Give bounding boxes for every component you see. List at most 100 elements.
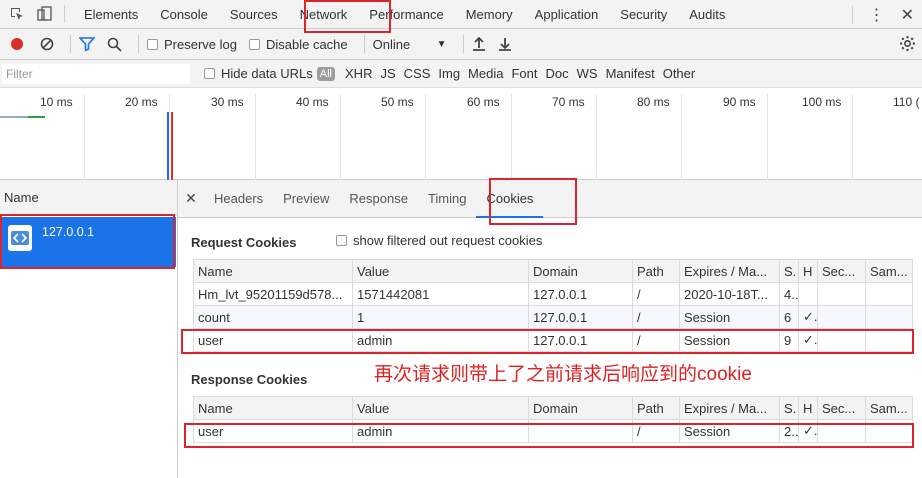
cookie-size: 2.. (779, 419, 799, 443)
tab-application[interactable]: Application (524, 0, 610, 29)
timeline-gridline (767, 94, 768, 180)
cookie-secure (817, 419, 866, 443)
tab-elements[interactable]: Elements (73, 0, 149, 29)
timeline-gridline (425, 94, 426, 180)
column-header[interactable]: H (798, 396, 818, 420)
tab-performance[interactable]: Performance (358, 0, 454, 29)
timeline-gridline (84, 94, 85, 180)
preserve-log-checkbox[interactable]: Preserve log (147, 37, 237, 52)
checkbox[interactable] (248, 38, 260, 50)
checkbox[interactable] (336, 235, 347, 246)
timeline-tick-label: 90 ms (723, 95, 756, 109)
cookie-httponly: ✓. (798, 419, 818, 443)
column-header[interactable]: Sam... (865, 259, 913, 283)
tab-network[interactable]: Network (289, 0, 359, 29)
checkbox[interactable] (147, 38, 158, 50)
cookie-secure (817, 282, 866, 306)
column-header[interactable]: Sam... (865, 396, 913, 420)
cookie-samesite (865, 305, 913, 329)
tab-preview[interactable]: Preview (273, 180, 339, 218)
annotation-text: 再次请求则带上了之前请求后响应到的cookie (374, 364, 752, 385)
column-header[interactable]: Expires / Ma... (679, 259, 780, 283)
clear-icon[interactable] (40, 37, 54, 51)
tab-security[interactable]: Security (609, 0, 678, 29)
tab-response[interactable]: Response (339, 180, 418, 218)
filter-type-css[interactable]: CSS (400, 66, 435, 81)
column-header[interactable]: Name (193, 396, 353, 420)
cookie-secure (817, 305, 866, 329)
cookie-path: / (632, 305, 680, 329)
cookie-value: admin (352, 419, 529, 443)
cookie-expires: Session (679, 328, 780, 352)
column-header[interactable]: H (798, 259, 818, 283)
show-filtered-cookies-checkbox[interactable]: show filtered out request cookies (336, 233, 542, 248)
cookie-name: count (193, 305, 353, 329)
response-cookies-title: Response Cookies (191, 372, 308, 387)
filter-type-doc[interactable]: Doc (541, 66, 572, 81)
column-header[interactable]: Sec... (817, 396, 866, 420)
timeline-tick-label: 70 ms (552, 95, 585, 109)
close-details-icon[interactable]: ✕ (178, 190, 204, 207)
filter-type-ws[interactable]: WS (573, 66, 602, 81)
column-header[interactable]: Sec... (817, 259, 866, 283)
table-row[interactable]: user admin / Session 2.. ✓. (193, 419, 913, 443)
name-column-header[interactable]: Name (0, 180, 177, 216)
table-row[interactable]: user admin 127.0.0.1 / Session 9 ✓. (193, 328, 913, 352)
column-header[interactable]: Path (632, 396, 680, 420)
tab-headers[interactable]: Headers (204, 180, 273, 218)
divider (64, 5, 65, 23)
requests-list: Name 127.0.0.1 (0, 180, 178, 478)
throttling-select[interactable]: Online ▼ (373, 37, 447, 52)
filter-input[interactable]: Filter (2, 63, 190, 84)
table-row[interactable]: count 1 127.0.0.1 / Session 6 ✓. (193, 305, 913, 329)
tab-cookies[interactable]: Cookies (476, 180, 544, 218)
filter-type-js[interactable]: JS (376, 66, 399, 81)
close-devtools-icon[interactable]: ✕ (893, 5, 922, 25)
disable-cache-label: Disable cache (265, 36, 348, 52)
timeline-tick-label: 50 ms (381, 95, 414, 109)
cookie-path: / (632, 328, 680, 352)
settings-gear-icon[interactable] (899, 35, 916, 55)
table-row[interactable]: Hm_lvt_95201159d578... 1571442081 127.0.… (193, 282, 913, 306)
hide-data-urls-checkbox[interactable]: Hide data URLs (204, 66, 313, 81)
disable-cache-checkbox[interactable]: Disable cache (248, 36, 348, 52)
device-toolbar-icon[interactable] (34, 3, 56, 25)
filter-type-font[interactable]: Font (507, 66, 541, 81)
column-header[interactable]: S. (779, 396, 799, 420)
column-header[interactable]: Domain (528, 259, 633, 283)
timeline-gridline (852, 94, 853, 180)
column-header[interactable]: Name (193, 259, 353, 283)
column-header[interactable]: Expires / Ma... (679, 396, 780, 420)
column-header[interactable]: Path (632, 259, 680, 283)
import-har-icon[interactable] (472, 37, 486, 51)
tab-timing[interactable]: Timing (418, 180, 477, 218)
column-header[interactable]: Domain (528, 396, 633, 420)
filter-type-img[interactable]: Img (434, 66, 464, 81)
search-icon[interactable] (107, 37, 122, 52)
filter-type-other[interactable]: Other (659, 66, 700, 81)
timeline-tick-label: 30 ms (211, 95, 244, 109)
filter-type-all[interactable]: All (316, 66, 336, 81)
divider (851, 5, 853, 24)
column-header[interactable]: S. (779, 259, 799, 283)
timeline-overview[interactable]: 10 ms 20 ms 30 ms 40 ms 50 ms 60 ms 70 m… (0, 88, 922, 180)
tab-memory[interactable]: Memory (455, 0, 524, 29)
column-header[interactable]: Value (352, 396, 529, 420)
filter-icon[interactable] (79, 37, 95, 51)
filter-type-xhr[interactable]: XHR (341, 66, 376, 81)
timeline-tick-label: 60 ms (467, 95, 500, 109)
throttling-value: Online (372, 36, 411, 52)
record-icon[interactable] (10, 37, 24, 51)
inspect-element-icon[interactable] (6, 3, 28, 25)
filter-type-manifest[interactable]: Manifest (602, 66, 659, 81)
column-header[interactable]: Value (352, 259, 529, 283)
tab-console[interactable]: Console (149, 0, 219, 29)
tab-audits[interactable]: Audits (678, 0, 736, 29)
export-har-icon[interactable] (498, 37, 512, 51)
request-row-selected[interactable]: 127.0.0.1 (0, 217, 176, 267)
tab-sources[interactable]: Sources (219, 0, 289, 29)
more-options-icon[interactable]: ⋮ (861, 5, 893, 25)
checkbox[interactable] (204, 68, 215, 79)
filter-type-media[interactable]: Media (464, 66, 507, 81)
waterfall-bar (0, 116, 28, 118)
